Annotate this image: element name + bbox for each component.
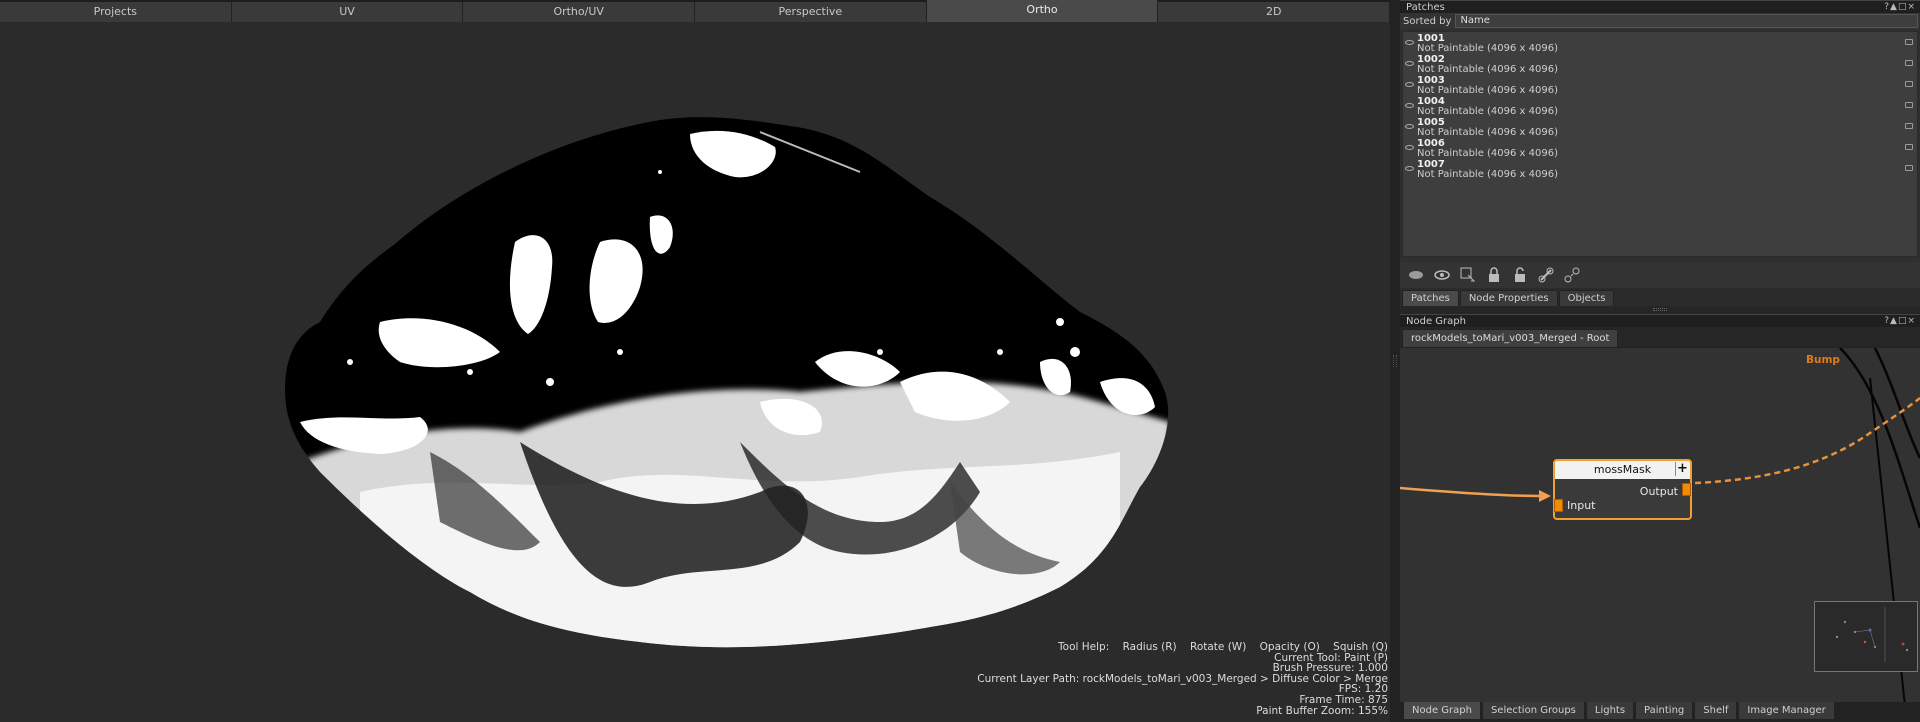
patches-sort-bar: Sorted by Name <box>1400 13 1920 29</box>
patch-info: Not Paintable (4096 x 4096) <box>1417 106 1559 117</box>
tab-lights[interactable]: Lights <box>1585 702 1635 720</box>
node-name: mossMask <box>1593 463 1652 476</box>
tab-node-properties[interactable]: Node Properties <box>1459 290 1558 306</box>
splitter-grip[interactable] <box>1393 355 1397 367</box>
tool-help-radius: Radius (R) <box>1122 641 1177 653</box>
patch-row-1002[interactable]: 1002 Not Paintable (4096 x 4096) <box>1403 55 1917 76</box>
patch-toolbar <box>1400 262 1920 288</box>
input-port-label: Input <box>1567 499 1596 512</box>
patch-row-1005[interactable]: 1005 Not Paintable (4096 x 4096) <box>1403 118 1917 139</box>
tool-help-row: Tool Help: Radius (R) Rotate (W) Opacity… <box>977 642 1388 653</box>
mari-app: Projects UV Ortho/UV Perspective Ortho 2… <box>0 0 1920 722</box>
palette-controls-icon[interactable]: ?▲□× <box>1884 1 1916 14</box>
eye-icon[interactable] <box>1432 265 1452 285</box>
patch-info: Not Paintable (4096 x 4096) <box>1417 85 1559 96</box>
node-graph-canvas[interactable]: Bump mossMask + Output Input <box>1400 347 1920 705</box>
show-icon[interactable] <box>1406 265 1426 285</box>
node-graph-palette-tabs: Node Graph Selection Groups Lights Paint… <box>1400 702 1920 722</box>
tab-patches[interactable]: Patches <box>1402 290 1459 306</box>
patches-palette-tabs: Patches Node Properties Objects <box>1400 288 1920 306</box>
link-icon[interactable] <box>1536 265 1556 285</box>
tab-ortho-uv[interactable]: Ortho/UV <box>463 2 696 22</box>
node-graph-breadcrumb-tabs: rockModels_toMari_v003_Merged - Root <box>1400 327 1920 347</box>
sort-dropdown[interactable]: Name <box>1455 14 1918 28</box>
patch-list: 1001 Not Paintable (4096 x 4096) 1002 No… <box>1402 31 1918 257</box>
3d-viewport[interactable]: Tool Help: Radius (R) Rotate (W) Opacity… <box>0 22 1390 722</box>
camera-icon[interactable] <box>1905 102 1913 108</box>
patch-info: Not Paintable (4096 x 4096) <box>1417 127 1559 138</box>
patch-info: Not Paintable (4096 x 4096) <box>1417 148 1559 159</box>
unlink-icon[interactable] <box>1562 265 1582 285</box>
node-graph-minimap[interactable] <box>1814 601 1918 672</box>
tab-2d[interactable]: 2D <box>1158 2 1391 22</box>
tab-ortho[interactable]: Ortho <box>926 0 1159 22</box>
camera-icon[interactable] <box>1905 165 1913 171</box>
right-panel: Patches ?▲□× Sorted by Name 1001 Not Pai… <box>1400 0 1920 722</box>
tab-image-manager[interactable]: Image Manager <box>1738 702 1835 720</box>
visibility-eye-icon[interactable] <box>1405 103 1414 108</box>
rock-model[interactable] <box>0 22 1390 722</box>
input-port[interactable] <box>1554 499 1563 512</box>
camera-icon[interactable] <box>1905 123 1913 129</box>
unlock-icon[interactable] <box>1510 265 1530 285</box>
tab-objects[interactable]: Objects <box>1558 290 1615 306</box>
select-icon[interactable] <box>1458 265 1478 285</box>
patch-row-1004[interactable]: 1004 Not Paintable (4096 x 4096) <box>1403 97 1917 118</box>
patch-row-1003[interactable]: 1003 Not Paintable (4096 x 4096) <box>1403 76 1917 97</box>
tab-perspective[interactable]: Perspective <box>695 2 927 22</box>
patch-row-1001[interactable]: 1001 Not Paintable (4096 x 4096) <box>1403 34 1917 55</box>
palette-controls-icon[interactable]: ?▲□× <box>1884 315 1916 328</box>
camera-icon[interactable] <box>1905 144 1913 150</box>
node-graph-title: Node Graph <box>1406 316 1466 327</box>
output-port-label: Output <box>1639 485 1678 498</box>
node-header[interactable]: mossMask + <box>1555 461 1690 479</box>
horizontal-splitter[interactable] <box>1400 306 1920 314</box>
patch-row-1007[interactable]: 1007 Not Paintable (4096 x 4096) <box>1403 160 1917 181</box>
patch-info: Not Paintable (4096 x 4096) <box>1417 64 1559 75</box>
splitter-grip[interactable] <box>1653 308 1667 311</box>
mossmask-node[interactable]: mossMask + Output Input <box>1553 459 1692 520</box>
camera-icon[interactable] <box>1905 81 1913 87</box>
minimap-content <box>1835 607 1909 662</box>
tab-shelf[interactable]: Shelf <box>1694 702 1738 720</box>
patch-info: Not Paintable (4096 x 4096) <box>1417 43 1559 54</box>
frame-time: Frame Time: 875 <box>1299 693 1388 706</box>
patch-row-1006[interactable]: 1006 Not Paintable (4096 x 4096) <box>1403 139 1917 160</box>
patches-title: Patches <box>1406 2 1445 13</box>
tab-uv[interactable]: UV <box>231 2 464 22</box>
visibility-eye-icon[interactable] <box>1405 145 1414 150</box>
visibility-eye-icon[interactable] <box>1405 166 1414 171</box>
viewport-hud: Tool Help: Radius (R) Rotate (W) Opacity… <box>977 642 1388 716</box>
tab-projects[interactable]: Projects <box>0 2 232 22</box>
tab-selection-groups[interactable]: Selection Groups <box>1481 702 1585 720</box>
vertical-splitter[interactable] <box>1390 0 1400 722</box>
sort-label: Sorted by <box>1403 15 1452 27</box>
current-layer-path: Current Layer Path: rockModels_toMari_v0… <box>977 672 1388 685</box>
expand-plus-icon[interactable]: + <box>1675 462 1689 476</box>
visibility-eye-icon[interactable] <box>1405 40 1414 45</box>
visibility-eye-icon[interactable] <box>1405 61 1414 66</box>
node-graph-palette-title: Node Graph ?▲□× <box>1400 314 1920 327</box>
tab-root-graph[interactable]: rockModels_toMari_v003_Merged - Root <box>1402 329 1619 347</box>
visibility-eye-icon[interactable] <box>1405 82 1414 87</box>
viewport-tabs: Projects UV Ortho/UV Perspective Ortho 2… <box>0 0 1391 22</box>
tool-help-rotate: Rotate (W) <box>1190 641 1247 653</box>
patch-info: Not Paintable (4096 x 4096) <box>1417 169 1559 180</box>
bump-node-label[interactable]: Bump <box>1806 354 1840 366</box>
patches-palette-title: Patches ?▲□× <box>1400 0 1920 13</box>
output-port[interactable] <box>1682 483 1691 496</box>
visibility-eye-icon[interactable] <box>1405 124 1414 129</box>
camera-icon[interactable] <box>1905 39 1913 45</box>
paint-buffer-zoom: Paint Buffer Zoom: 155% <box>1256 704 1388 717</box>
tab-painting[interactable]: Painting <box>1635 702 1694 720</box>
tab-node-graph[interactable]: Node Graph <box>1403 702 1481 720</box>
tool-help-label: Tool Help: <box>1058 641 1110 653</box>
lock-icon[interactable] <box>1484 265 1504 285</box>
camera-icon[interactable] <box>1905 60 1913 66</box>
